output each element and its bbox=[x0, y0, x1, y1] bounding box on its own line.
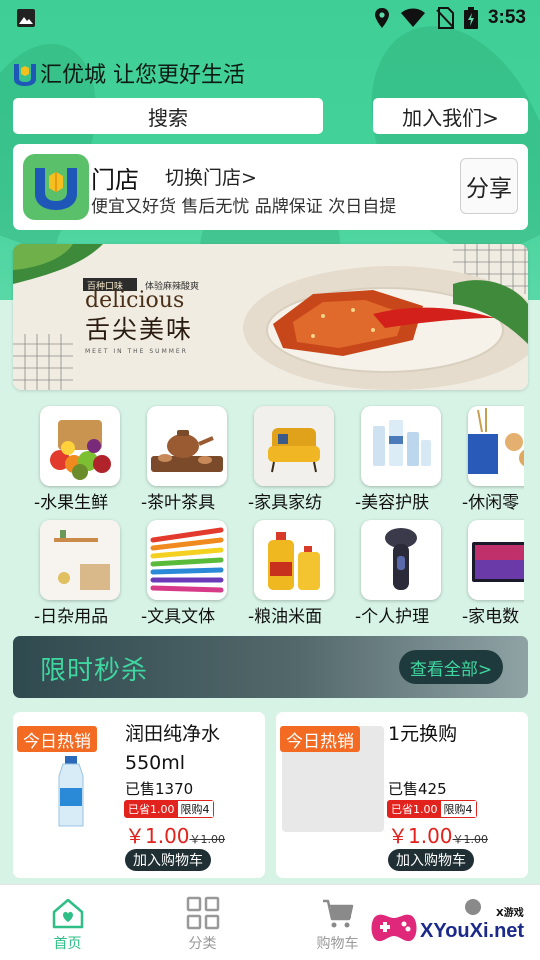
flash-sale-title: 限时秒杀 bbox=[40, 656, 149, 686]
category-fruit[interactable]: -水果生鲜 bbox=[34, 404, 138, 514]
nav-label: 首页 bbox=[53, 936, 82, 952]
category-label: -家具家纺 bbox=[248, 493, 323, 513]
skincare-icon bbox=[361, 406, 441, 486]
current-price: ￥1.00 bbox=[388, 824, 453, 848]
app-title: 汇优城 让您更好生活 bbox=[40, 63, 245, 88]
flash-sale-header: 限时秒杀 查看全部> bbox=[13, 636, 528, 698]
banner-headline-cn: 舌尖美味 bbox=[85, 315, 194, 344]
wifi-icon bbox=[400, 8, 425, 27]
status-bar: 3:53 bbox=[0, 0, 540, 36]
purchase-limit-badge: 限购4 bbox=[177, 801, 213, 817]
tea-icon bbox=[147, 406, 227, 486]
add-to-cart-button[interactable]: 加入购物车 bbox=[388, 849, 474, 871]
product-card[interactable]: 今日热销 1元换购 已售425 已省1.00 限购4 ￥1.00￥1.00 加入… bbox=[276, 712, 528, 878]
store-logo-icon bbox=[35, 168, 77, 210]
category-label: -家电数 bbox=[462, 607, 520, 624]
switch-store-link[interactable]: 切换门店> bbox=[165, 163, 257, 190]
category-beauty[interactable]: -美容护肤 bbox=[355, 404, 459, 514]
clock: 3:53 bbox=[487, 7, 526, 28]
category-appliance[interactable]: -家电数 bbox=[462, 518, 524, 624]
image-notification-icon bbox=[17, 9, 35, 27]
category-tea[interactable]: -茶叶茶具 bbox=[141, 404, 245, 514]
search-button[interactable]: 搜索 bbox=[13, 98, 323, 134]
category-stationery[interactable]: -文具文体 bbox=[141, 518, 245, 624]
category-label: -茶叶茶具 bbox=[141, 493, 216, 513]
category-label: -文具文体 bbox=[141, 607, 216, 624]
watermark: X游戏 XYouXi.net bbox=[366, 892, 536, 954]
product-name: 1元换购 bbox=[388, 723, 458, 745]
snack-icon bbox=[468, 406, 524, 486]
category-snack[interactable]: -休闲零 bbox=[462, 404, 524, 514]
app-header: 汇优城 让您更好生活 bbox=[12, 58, 245, 88]
category-label: -粮油米面 bbox=[248, 607, 323, 624]
discount-badges: 已省1.00 限购4 bbox=[387, 800, 477, 818]
purchase-limit-badge: 限购4 bbox=[440, 801, 476, 817]
category-icon bbox=[186, 896, 219, 930]
location-icon bbox=[374, 8, 389, 28]
category-label: -水果生鲜 bbox=[34, 493, 109, 513]
category-label: -休闲零 bbox=[462, 493, 520, 513]
saved-amount-badge: 已省1.00 bbox=[125, 801, 178, 817]
gamepad-logo-icon bbox=[371, 914, 417, 942]
oil-icon bbox=[254, 520, 334, 600]
store-logo bbox=[23, 154, 89, 220]
view-all-button[interactable]: 查看全部> bbox=[399, 650, 503, 684]
hot-sale-tag: 今日热销 bbox=[280, 726, 360, 752]
cart-icon bbox=[322, 899, 353, 928]
discount-badges: 已省1.00 限购4 bbox=[124, 800, 214, 818]
add-to-cart-button[interactable]: 加入购物车 bbox=[125, 849, 211, 871]
nav-home[interactable]: 首页 bbox=[0, 885, 135, 960]
category-label: -日杂用品 bbox=[34, 607, 109, 624]
category-grid: -水果生鲜 -茶叶茶具 -家具家纺 -美容护肤 -休闲零 -日杂用品 -文具文体… bbox=[34, 404, 524, 624]
fruit-icon bbox=[40, 406, 120, 486]
hot-sale-tag: 今日热销 bbox=[17, 726, 97, 752]
category-label: -个人护理 bbox=[355, 607, 430, 624]
original-price: ￥1.00 bbox=[452, 833, 489, 846]
watermark-sub: X游戏 bbox=[496, 908, 524, 919]
sold-count: 已售425 bbox=[388, 780, 447, 798]
original-price: ￥1.00 bbox=[189, 833, 226, 846]
shaver-icon bbox=[361, 520, 441, 600]
saved-amount-badge: 已省1.00 bbox=[388, 801, 441, 817]
pencils-icon bbox=[147, 520, 227, 600]
store-card: 门店 切换门店> 便宜又好货 售后无忧 品牌保证 次日自提 分享 bbox=[13, 144, 528, 230]
watermark-text: XYouXi.net bbox=[420, 920, 525, 942]
category-personal-care[interactable]: -个人护理 bbox=[355, 518, 459, 624]
category-grain-oil[interactable]: -粮油米面 bbox=[248, 518, 352, 624]
join-us-button[interactable]: 加入我们> bbox=[373, 98, 528, 134]
share-button[interactable]: 分享 bbox=[460, 158, 518, 214]
app-logo-icon bbox=[14, 64, 36, 86]
nav-label: 分类 bbox=[188, 936, 217, 952]
battery-icon bbox=[463, 7, 478, 29]
store-slogan: 便宜又好货 售后无忧 品牌保证 次日自提 bbox=[91, 197, 397, 217]
no-sim-icon bbox=[436, 7, 454, 29]
banner-footer: MEET IN THE SUMMER bbox=[85, 348, 188, 355]
category-daily[interactable]: -日杂用品 bbox=[34, 518, 138, 624]
price: ￥1.00￥1.00 bbox=[388, 820, 488, 849]
product-name: 润田纯净水550ml bbox=[125, 723, 221, 774]
tv-icon bbox=[468, 520, 524, 600]
shelf-icon bbox=[40, 520, 120, 600]
current-price: ￥1.00 bbox=[125, 824, 190, 848]
store-name: 门店 bbox=[91, 166, 139, 194]
category-furniture[interactable]: -家具家纺 bbox=[248, 404, 352, 514]
product-card[interactable]: 今日热销 润田纯净水550ml 已售1370 已省1.00 限购4 ￥1.00￥… bbox=[13, 712, 265, 878]
price: ￥1.00￥1.00 bbox=[125, 820, 225, 849]
sofa-icon bbox=[254, 406, 334, 486]
category-label: -美容护肤 bbox=[355, 493, 430, 513]
home-icon bbox=[52, 898, 83, 929]
promo-banner[interactable]: 百种口味 体验麻辣酸爽 delicious 舌尖美味 MEET IN THE S… bbox=[13, 244, 528, 390]
sold-count: 已售1370 bbox=[125, 780, 194, 798]
nav-category[interactable]: 分类 bbox=[135, 885, 270, 960]
